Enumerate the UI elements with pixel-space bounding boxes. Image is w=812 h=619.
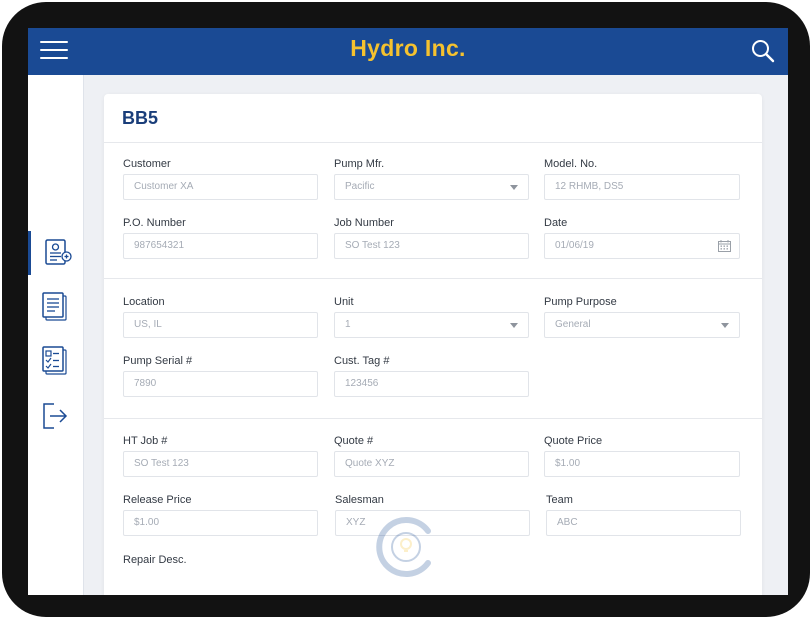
search-icon[interactable] xyxy=(750,38,776,64)
po-number-input[interactable]: 987654321 xyxy=(123,233,318,259)
quote-label: Quote # xyxy=(334,435,374,447)
sidebar-item-documents[interactable] xyxy=(28,285,83,329)
calendar-icon xyxy=(718,240,731,252)
ht-job-label: HT Job # xyxy=(123,435,168,447)
model-no-input[interactable]: 12 RHMB, DS5 xyxy=(544,174,740,200)
pump-purpose-label: Pump Purpose xyxy=(544,296,617,308)
job-number-input[interactable]: SO Test 123 xyxy=(334,233,529,259)
sidebar xyxy=(28,75,84,595)
form-title: BB5 xyxy=(122,108,159,128)
app-screen: Hydro Inc. BB5 Customer Customer XA Pump… xyxy=(28,28,788,595)
repair-desc-label: Repair Desc. xyxy=(123,554,187,566)
checklist-icon xyxy=(42,346,67,375)
chevron-down-icon xyxy=(510,185,518,190)
unit-select[interactable]: 1 xyxy=(334,312,529,338)
chevron-down-icon xyxy=(721,323,729,328)
quote-input[interactable]: Quote XYZ xyxy=(334,451,529,477)
divider xyxy=(104,418,762,419)
tablet-frame: Hydro Inc. BB5 Customer Customer XA Pump… xyxy=(2,2,810,617)
logout-icon xyxy=(43,403,68,429)
location-label: Location xyxy=(123,296,165,308)
top-bar: Hydro Inc. xyxy=(28,28,788,75)
watermark-logo-icon xyxy=(376,517,431,577)
location-input[interactable]: US, IL xyxy=(123,312,318,338)
sidebar-item-new-report[interactable] xyxy=(28,231,86,275)
unit-label: Unit xyxy=(334,296,354,308)
release-price-input[interactable]: $1.00 xyxy=(123,510,318,536)
divider xyxy=(104,142,762,143)
pump-mfr-label: Pump Mfr. xyxy=(334,158,385,170)
job-number-label: Job Number xyxy=(334,217,394,229)
ht-job-input[interactable]: SO Test 123 xyxy=(123,451,318,477)
pump-serial-label: Pump Serial # xyxy=(123,355,193,367)
divider xyxy=(104,278,762,279)
model-no-label: Model. No. xyxy=(544,158,598,170)
date-input[interactable]: 01/06/19 xyxy=(544,233,740,259)
pump-purpose-select[interactable]: General xyxy=(544,312,740,338)
release-price-label: Release Price xyxy=(123,494,192,506)
customer-input[interactable]: Customer XA xyxy=(123,174,318,200)
pump-serial-input[interactable]: 7890 xyxy=(123,371,318,397)
app-title: Hydro Inc. xyxy=(350,35,466,61)
document-list-icon xyxy=(42,292,67,321)
cust-tag-input[interactable]: 123456 xyxy=(334,371,529,397)
cust-tag-label: Cust. Tag # xyxy=(334,355,390,367)
quote-price-label: Quote Price xyxy=(544,435,603,447)
new-report-icon xyxy=(45,239,72,265)
sidebar-item-logout[interactable] xyxy=(28,394,83,438)
po-number-label: P.O. Number xyxy=(123,217,186,229)
pump-mfr-select[interactable]: Pacific xyxy=(334,174,529,200)
date-label: Date xyxy=(544,217,568,229)
team-label: Team xyxy=(546,494,573,506)
quote-price-input[interactable]: $1.00 xyxy=(544,451,740,477)
chevron-down-icon xyxy=(510,323,518,328)
team-input[interactable]: ABC xyxy=(546,510,741,536)
sidebar-item-checklist[interactable] xyxy=(28,339,83,383)
salesman-label: Salesman xyxy=(335,494,384,506)
customer-label: Customer xyxy=(123,158,171,170)
